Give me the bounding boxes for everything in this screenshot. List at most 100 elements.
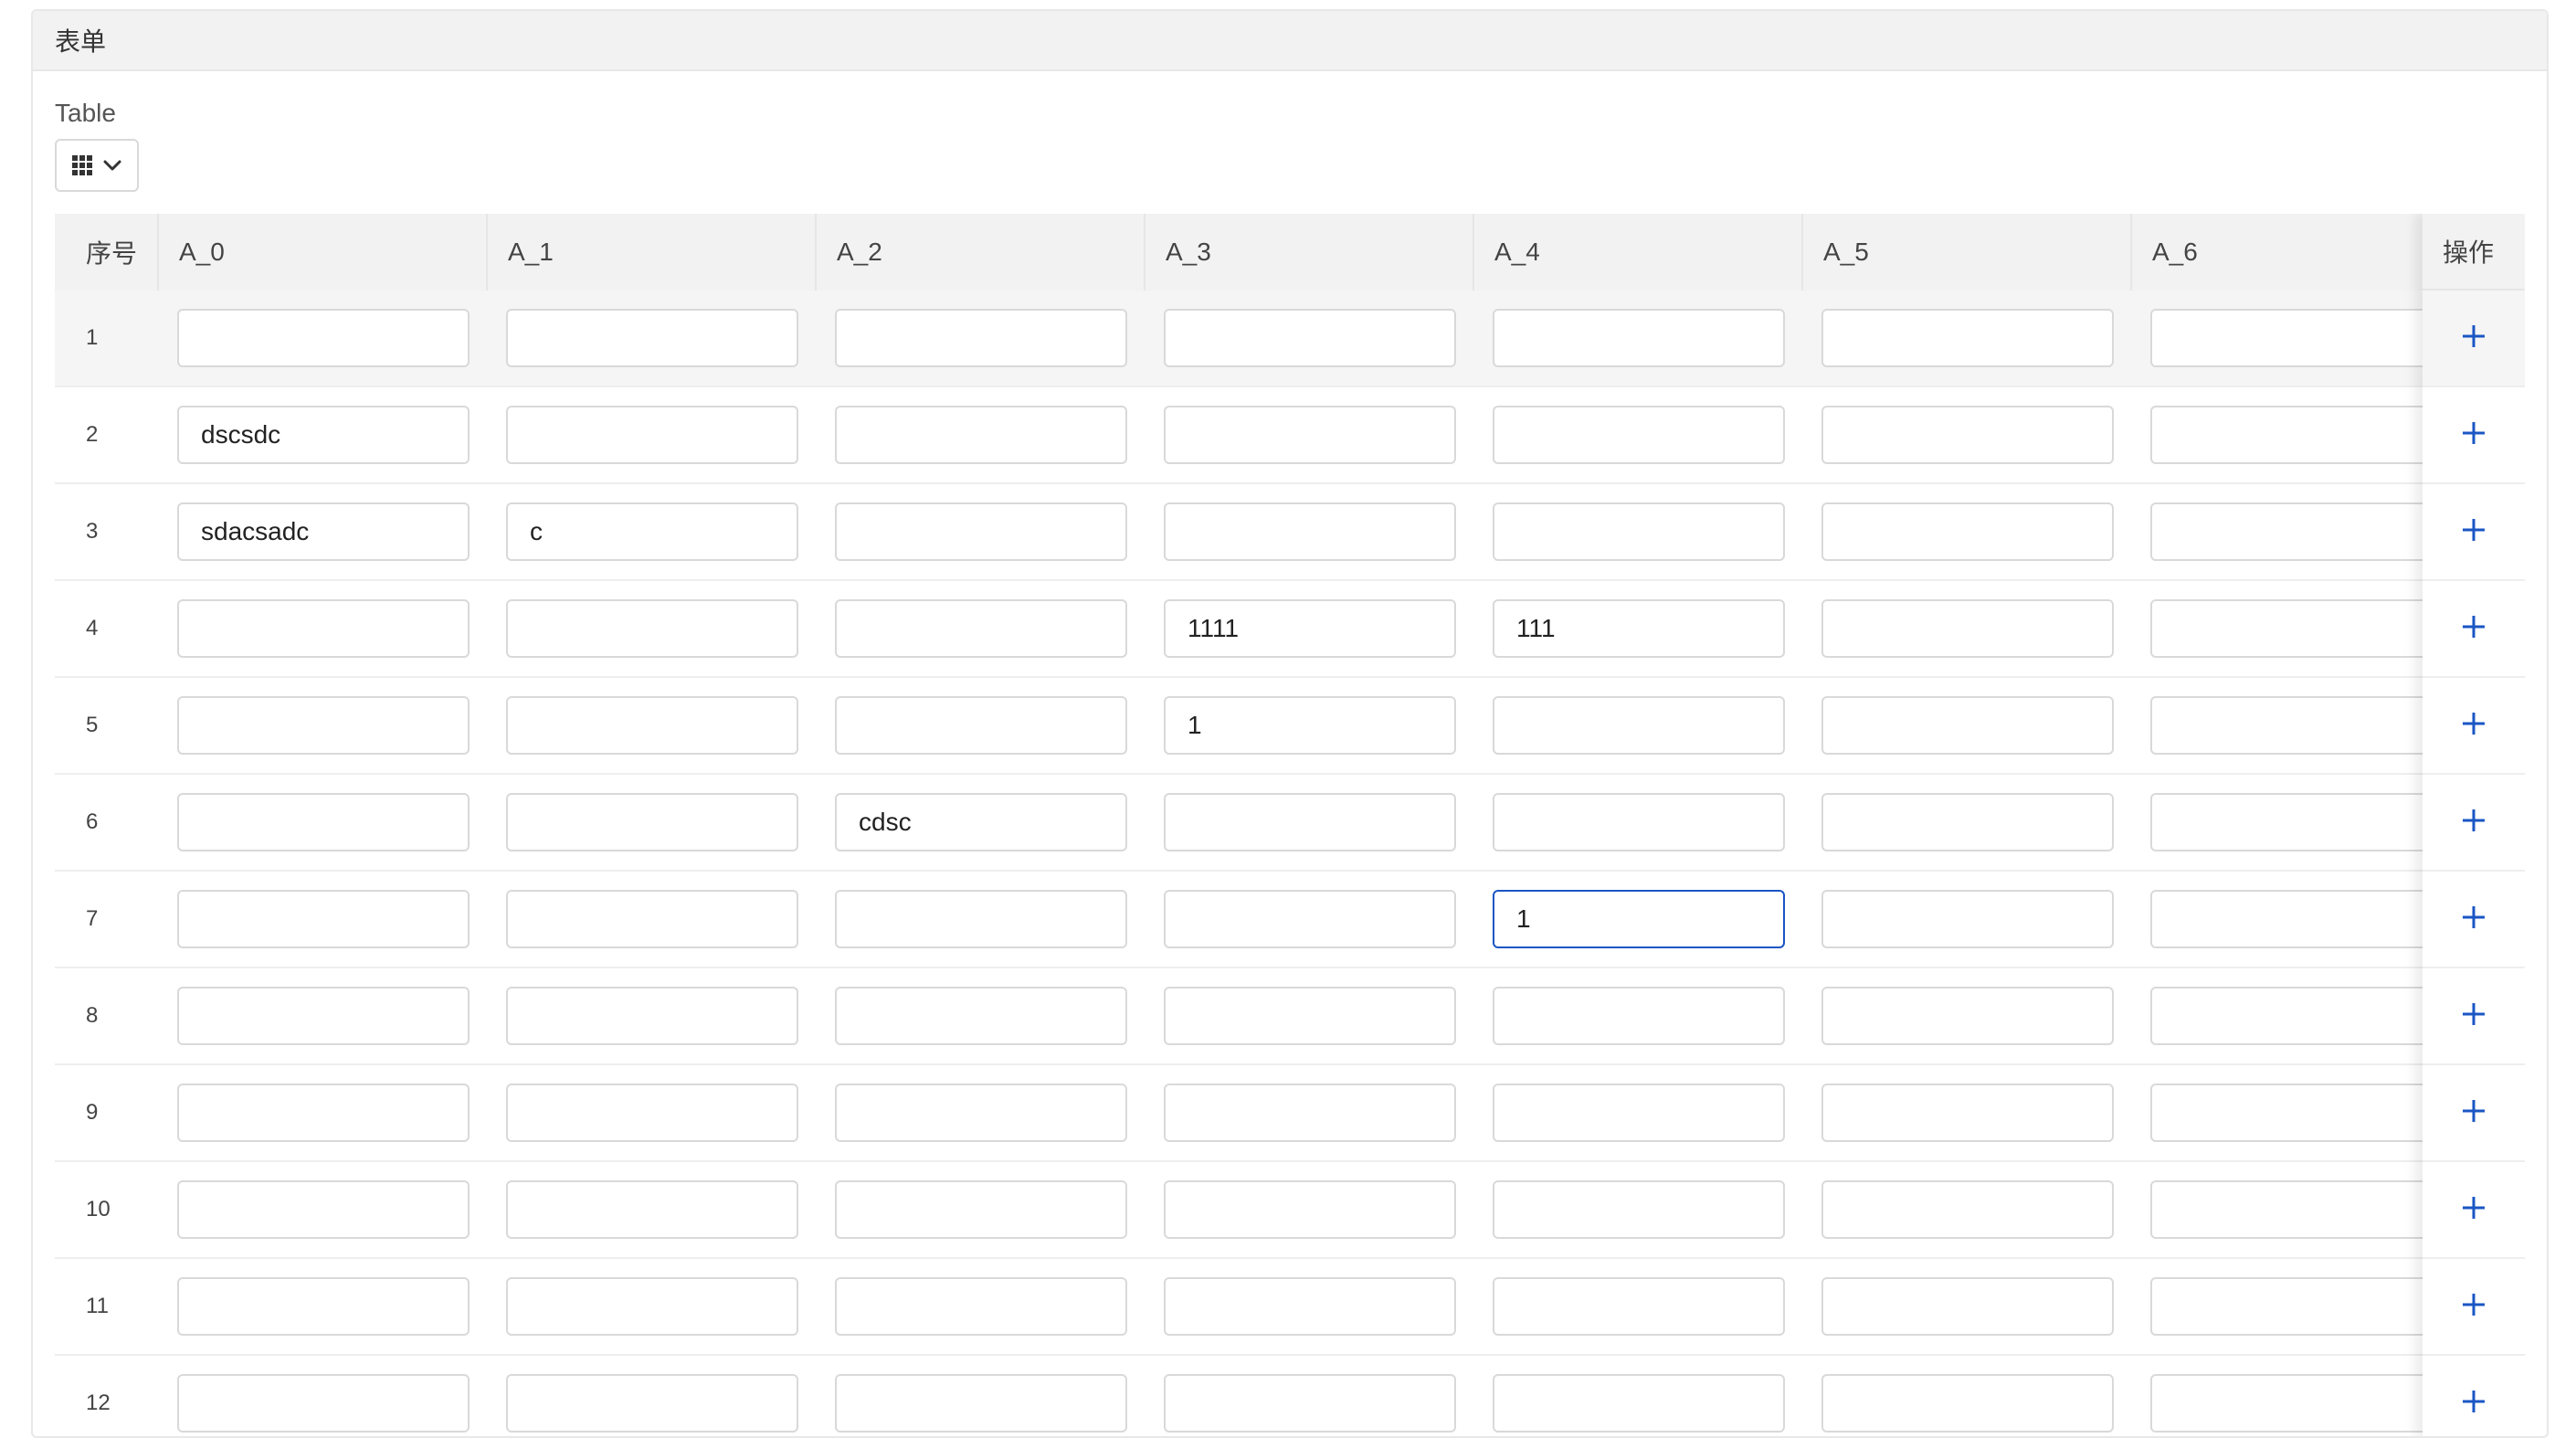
add-row-button[interactable] <box>2455 1191 2492 1228</box>
cell-input-a-2[interactable] <box>835 696 1127 755</box>
cell-input-a-0[interactable] <box>177 309 470 367</box>
cell-input-a-6[interactable] <box>2150 309 2443 367</box>
cell-input-a-4[interactable] <box>1493 1180 1785 1239</box>
cell-input-a-0[interactable] <box>177 599 470 658</box>
cell-input-a-2[interactable] <box>835 309 1127 367</box>
cell-input-a-6[interactable] <box>2150 502 2443 561</box>
cell-input-a-5[interactable] <box>1821 1277 2114 1336</box>
cell-input-a-1[interactable] <box>506 309 798 367</box>
cell-input-a-0[interactable] <box>177 1084 470 1142</box>
cell-input-a-2[interactable] <box>835 1084 1127 1142</box>
cell-input-a-5[interactable] <box>1821 696 2114 755</box>
cell-input-a-1[interactable] <box>506 696 798 755</box>
cell-input-a-2[interactable] <box>835 1180 1127 1239</box>
cell-input-a-1[interactable] <box>506 1180 798 1239</box>
cell-input-a-3[interactable] <box>1164 696 1456 755</box>
cell-input-a-4[interactable] <box>1493 890 1785 948</box>
add-row-button[interactable] <box>2455 804 2492 841</box>
cell-input-a-0[interactable] <box>177 502 470 561</box>
cell-input-a-6[interactable] <box>2150 1180 2443 1239</box>
add-row-button[interactable] <box>2455 1288 2492 1325</box>
cell-input-a-3[interactable] <box>1164 890 1456 948</box>
cell-input-a-0[interactable] <box>177 406 470 464</box>
cell-input-a-6[interactable] <box>2150 1084 2443 1142</box>
cell-input-a-3[interactable] <box>1164 502 1456 561</box>
cell-input-a-3[interactable] <box>1164 1084 1456 1142</box>
cell-input-a-1[interactable] <box>506 406 798 464</box>
cell-input-a-0[interactable] <box>177 1277 470 1336</box>
cell-input-a-0[interactable] <box>177 793 470 851</box>
cell-input-a-1[interactable] <box>506 987 798 1045</box>
cell-input-a-2[interactable] <box>835 406 1127 464</box>
cell-input-a-0[interactable] <box>177 1180 470 1239</box>
cell-input-a-4[interactable] <box>1493 1374 1785 1433</box>
view-toggle-button[interactable] <box>55 139 139 192</box>
cell-input-a-1[interactable] <box>506 599 798 658</box>
cell-input-a-1[interactable] <box>506 502 798 561</box>
cell-input-a-1[interactable] <box>506 1374 798 1433</box>
cell-input-a-1[interactable] <box>506 1084 798 1142</box>
ops-cell <box>2423 872 2525 968</box>
add-row-button[interactable] <box>2455 1385 2492 1422</box>
cell-input-a-4[interactable] <box>1493 696 1785 755</box>
cell-input-a-6[interactable] <box>2150 406 2443 464</box>
cell-input-a-4[interactable] <box>1493 599 1785 658</box>
cell-input-a-5[interactable] <box>1821 1374 2114 1433</box>
cell-input-a-3[interactable] <box>1164 1277 1456 1336</box>
cell-input-a-5[interactable] <box>1821 987 2114 1045</box>
cell-input-a-6[interactable] <box>2150 599 2443 658</box>
cell-input-a-3[interactable] <box>1164 309 1456 367</box>
cell-input-a-5[interactable] <box>1821 406 2114 464</box>
cell-input-a-3[interactable] <box>1164 599 1456 658</box>
add-row-button[interactable] <box>2455 417 2492 453</box>
cell-input-a-4[interactable] <box>1493 309 1785 367</box>
cell-input-a-6[interactable] <box>2150 696 2443 755</box>
cell-input-a-6[interactable] <box>2150 1277 2443 1336</box>
cell-input-a-2[interactable] <box>835 1374 1127 1433</box>
ops-cell <box>2423 291 2525 387</box>
cell-input-a-2[interactable] <box>835 890 1127 948</box>
cell-input-a-4[interactable] <box>1493 1084 1785 1142</box>
add-row-button[interactable] <box>2455 610 2492 647</box>
row-index: 12 <box>86 1390 111 1415</box>
cell-input-a-1[interactable] <box>506 890 798 948</box>
cell-input-a-5[interactable] <box>1821 309 2114 367</box>
add-row-button[interactable] <box>2455 707 2492 744</box>
cell-input-a-5[interactable] <box>1821 793 2114 851</box>
add-row-button[interactable] <box>2455 901 2492 937</box>
cell-input-a-3[interactable] <box>1164 1180 1456 1239</box>
cell-input-a-4[interactable] <box>1493 406 1785 464</box>
cell-input-a-1[interactable] <box>506 1277 798 1336</box>
cell-input-a-5[interactable] <box>1821 502 2114 561</box>
cell-input-a-5[interactable] <box>1821 599 2114 658</box>
cell-input-a-2[interactable] <box>835 599 1127 658</box>
cell-input-a-3[interactable] <box>1164 987 1456 1045</box>
cell-input-a-2[interactable] <box>835 1277 1127 1336</box>
cell-input-a-2[interactable] <box>835 793 1127 851</box>
cell-input-a-3[interactable] <box>1164 1374 1456 1433</box>
cell-input-a-6[interactable] <box>2150 793 2443 851</box>
cell-input-a-5[interactable] <box>1821 890 2114 948</box>
cell-input-a-0[interactable] <box>177 1374 470 1433</box>
cell-input-a-1[interactable] <box>506 793 798 851</box>
cell-input-a-2[interactable] <box>835 502 1127 561</box>
cell-input-a-4[interactable] <box>1493 987 1785 1045</box>
cell-input-a-4[interactable] <box>1493 793 1785 851</box>
cell-input-a-3[interactable] <box>1164 793 1456 851</box>
cell-input-a-4[interactable] <box>1493 1277 1785 1336</box>
cell-input-a-4[interactable] <box>1493 502 1785 561</box>
cell-input-a-2[interactable] <box>835 987 1127 1045</box>
add-row-button[interactable] <box>2455 1094 2492 1131</box>
cell-input-a-6[interactable] <box>2150 987 2443 1045</box>
cell-input-a-3[interactable] <box>1164 406 1456 464</box>
cell-input-a-5[interactable] <box>1821 1084 2114 1142</box>
cell-input-a-0[interactable] <box>177 987 470 1045</box>
cell-input-a-0[interactable] <box>177 890 470 948</box>
add-row-button[interactable] <box>2455 513 2492 550</box>
cell-input-a-6[interactable] <box>2150 1374 2443 1433</box>
cell-input-a-5[interactable] <box>1821 1180 2114 1239</box>
cell-input-a-6[interactable] <box>2150 890 2443 948</box>
add-row-button[interactable] <box>2455 998 2492 1034</box>
add-row-button[interactable] <box>2455 320 2492 356</box>
cell-input-a-0[interactable] <box>177 696 470 755</box>
